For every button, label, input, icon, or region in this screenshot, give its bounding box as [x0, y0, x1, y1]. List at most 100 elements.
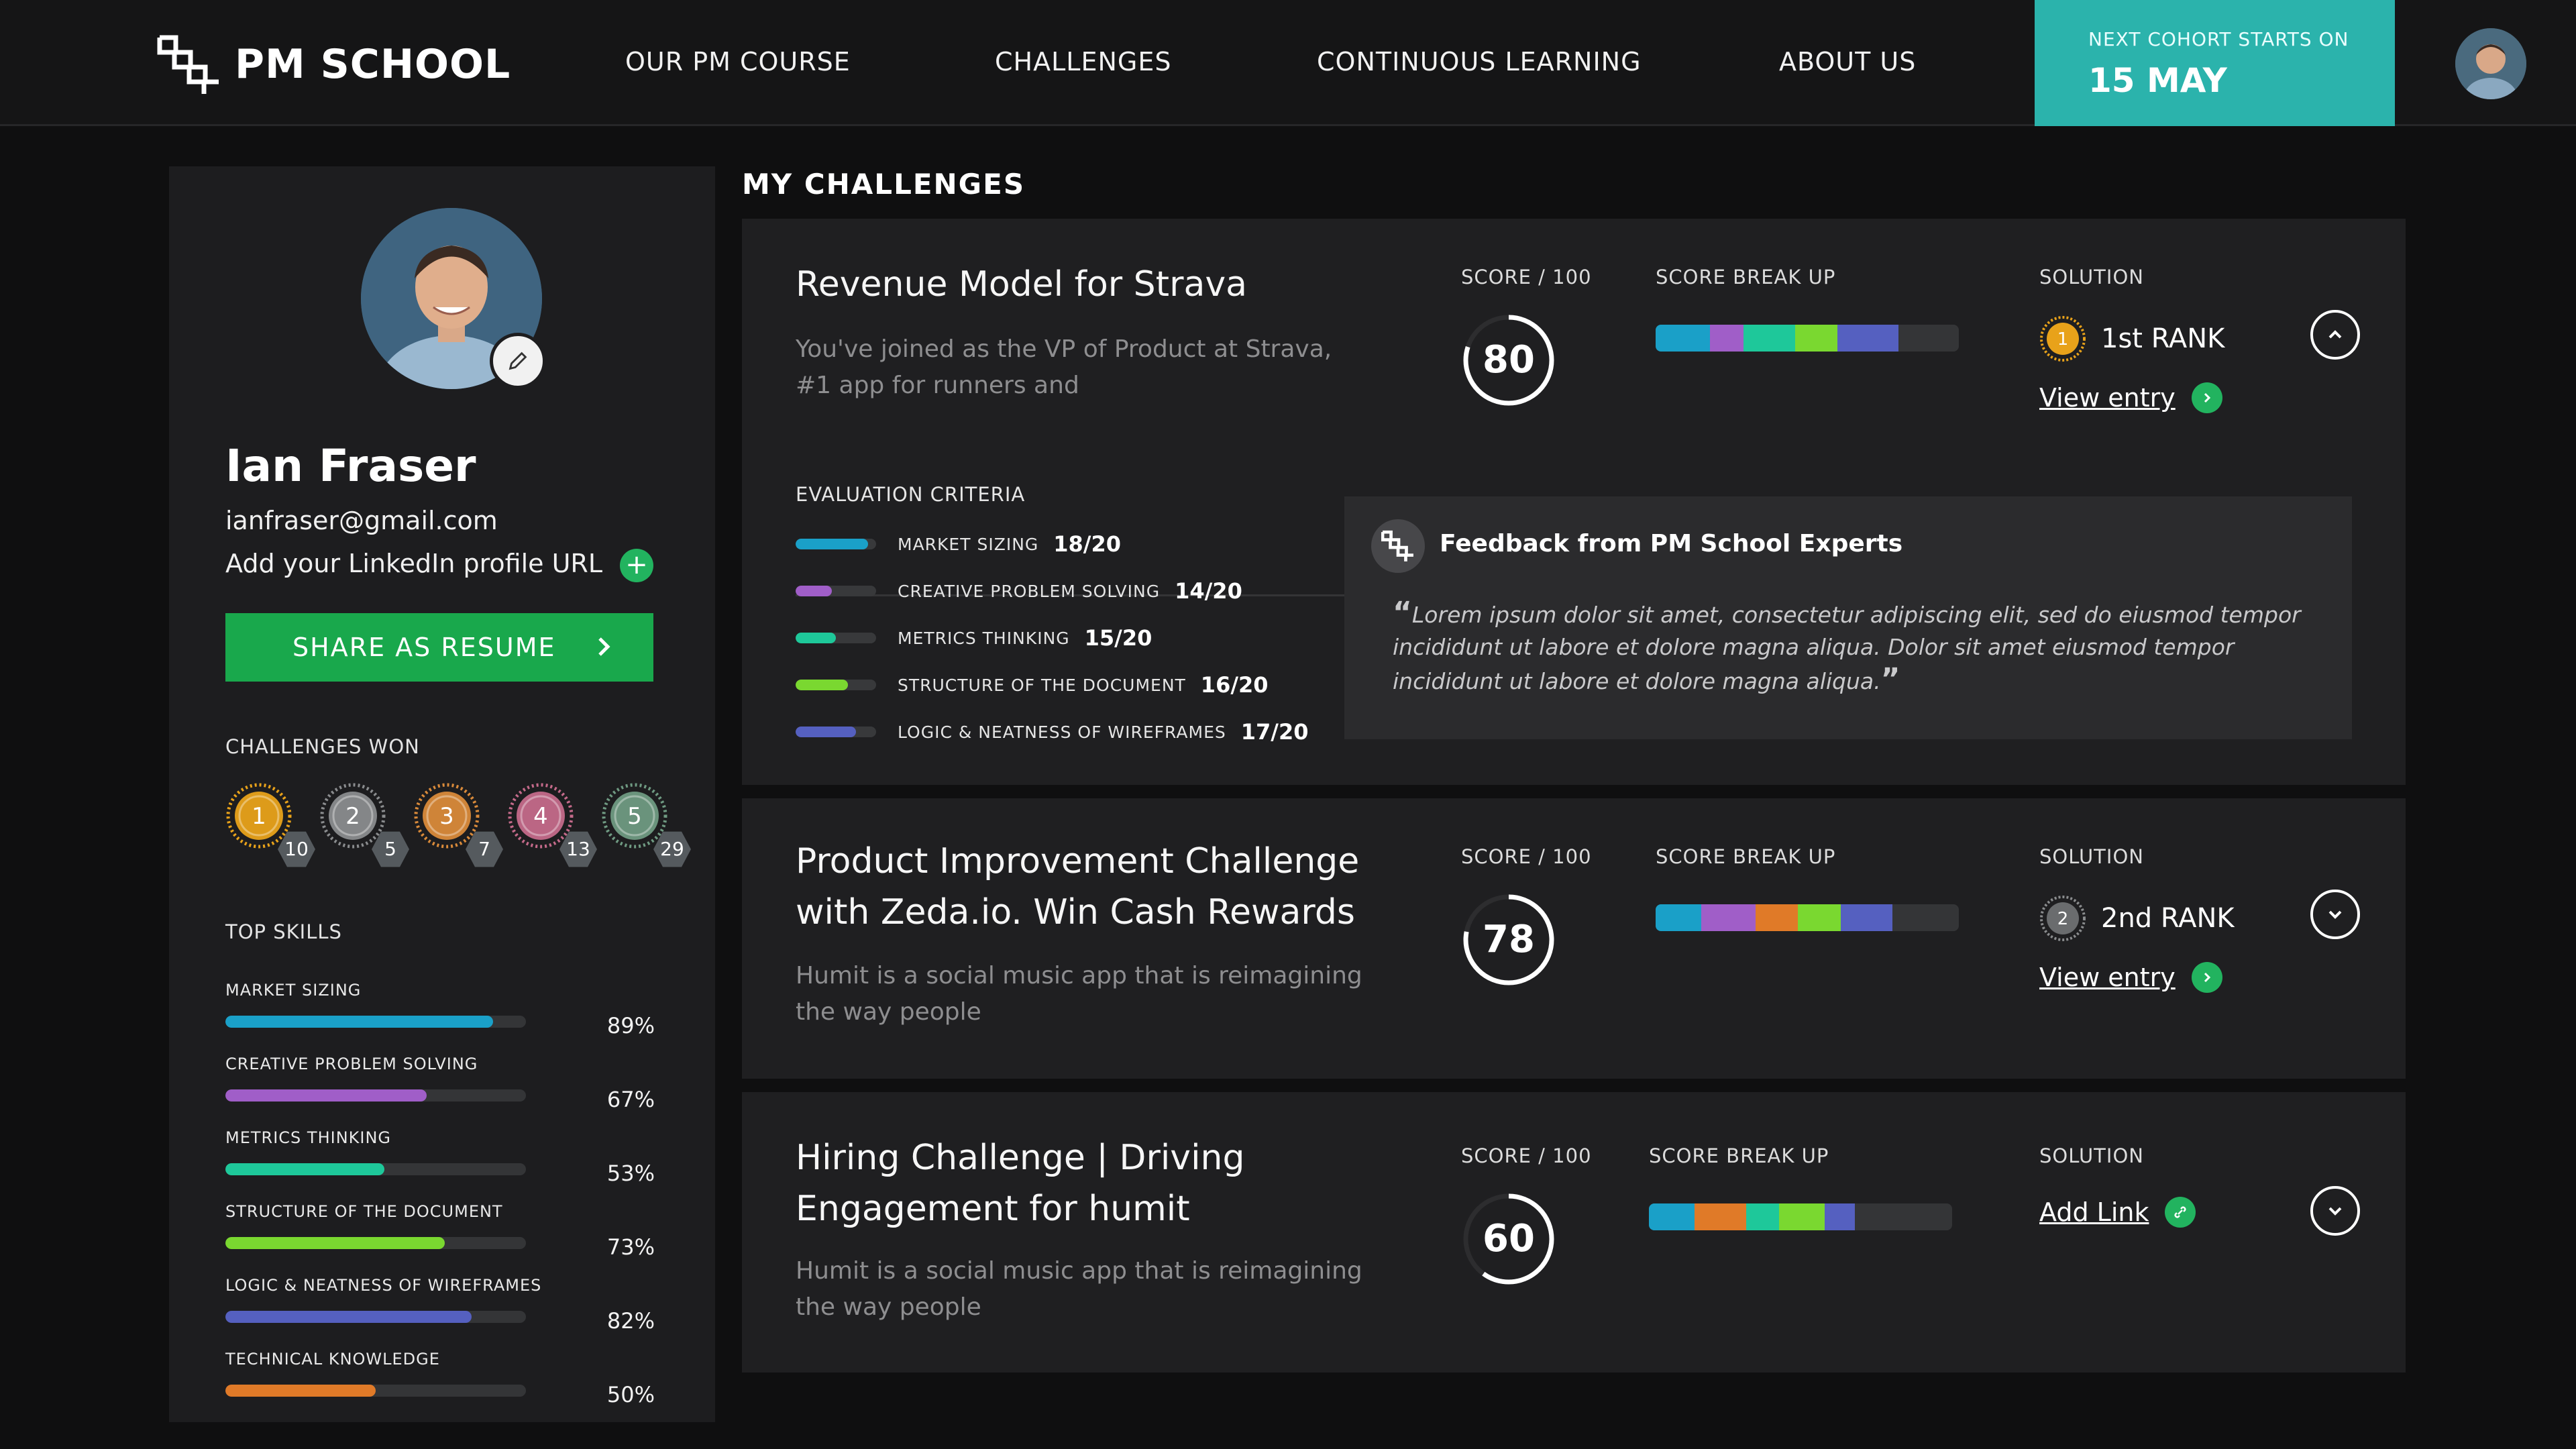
chevron-down-icon — [2328, 1207, 2342, 1216]
score-label: SCORE / 100 — [1461, 266, 1592, 288]
chevron-up-icon — [2328, 330, 2342, 339]
breakup-segment — [1837, 325, 1898, 352]
medal-2[interactable]: 25 — [319, 782, 409, 867]
medal-5[interactable]: 5 29 — [601, 782, 691, 867]
medal-rank: 1 — [252, 803, 266, 830]
skill-progress-fill — [225, 1089, 427, 1102]
solution-label: SOLUTION — [2039, 266, 2144, 288]
arrow-right-icon — [2191, 962, 2222, 993]
criteria-bar-fill — [796, 727, 856, 737]
add-link-button[interactable]: Add Link — [2039, 1197, 2196, 1228]
profile-sidebar: Ian Fraser ianfraser@gmail.com Add your … — [169, 166, 715, 1422]
challenge-title: Hiring Challenge | Driving Engagement fo… — [796, 1138, 1245, 1229]
skill-name: METRICS THINKING — [225, 1128, 392, 1147]
top-skills-label: TOP SKILLS — [225, 920, 342, 943]
add-linkedin-button[interactable]: + — [620, 549, 653, 582]
criteria-row: LOGIC & NEATNESS OF WIREFRAMES 17/20 — [796, 719, 1309, 745]
medal-1[interactable]: 1 10 — [225, 782, 315, 867]
breakup-segment — [1825, 1203, 1856, 1230]
skill-row: MARKET SIZING 89% — [225, 981, 655, 1038]
arrow-right-icon — [2191, 382, 2222, 413]
cohort-date: 15 MAY — [2088, 61, 2227, 100]
share-as-resume-button[interactable]: SHARE AS RESUME — [225, 613, 653, 682]
criteria-bar-fill — [796, 539, 868, 549]
view-entry-label: View entry — [2039, 383, 2176, 413]
svg-text:2: 2 — [2057, 909, 2069, 929]
nav-challenges[interactable]: CHALLENGES — [995, 47, 1171, 76]
criteria-score: 16/20 — [1200, 672, 1269, 698]
breakup-segment — [1743, 325, 1795, 352]
criteria-bar — [796, 586, 876, 596]
brand-logo[interactable]: PM SCHOOL — [157, 32, 511, 97]
feedback-body: Lorem ipsum dolor sit amet, consectetur … — [1393, 602, 2301, 694]
challenge-score: 80 — [1483, 338, 1535, 382]
view-entry-link[interactable]: View entry — [2039, 962, 2222, 993]
breakup-segment — [1798, 904, 1841, 931]
score-breakup-bar — [1656, 325, 1959, 352]
medal-3[interactable]: 37 — [413, 782, 503, 867]
expand-button[interactable] — [2310, 890, 2360, 939]
user-avatar-icon — [2455, 28, 2526, 99]
rank-badge: 1 1st RANK — [2039, 315, 2224, 362]
evaluation-criteria-label: EVALUATION CRITERIA — [796, 483, 1026, 506]
rank-text: 2nd RANK — [2101, 903, 2235, 934]
challenge-description: You've joined as the VP of Product at St… — [796, 335, 1332, 399]
collapse-button[interactable] — [2310, 310, 2360, 360]
add-link-label: Add Link — [2039, 1197, 2149, 1227]
criteria-row: MARKET SIZING 18/20 — [796, 531, 1121, 557]
medal-rank: 3 — [439, 803, 454, 830]
skill-row: TECHNICAL KNOWLEDGE 50% — [225, 1350, 655, 1407]
criteria-row: CREATIVE PROBLEM SOLVING 14/20 — [796, 578, 1242, 604]
breakup-segment — [1779, 1203, 1825, 1230]
nav-continuous-learning[interactable]: CONTINUOUS LEARNING — [1317, 47, 1642, 76]
challenge-score: 78 — [1483, 918, 1535, 961]
pm-school-logo-icon — [157, 35, 219, 94]
brand-name: PM SCHOOL — [235, 41, 511, 88]
challenge-description: Humit is a social music app that is reim… — [796, 962, 1362, 1026]
nav-our-pm-course[interactable]: OUR PM COURSE — [625, 47, 851, 76]
skill-percent: 50% — [606, 1382, 655, 1407]
skill-progress-bar — [225, 1016, 526, 1028]
criteria-bar-fill — [796, 586, 832, 596]
challenge-title: Revenue Model for Strava — [796, 264, 1247, 305]
criteria-bar — [796, 727, 876, 737]
challenge-description: Humit is a social music app that is reim… — [796, 1257, 1362, 1321]
skill-progress-fill — [225, 1385, 376, 1397]
expert-feedback-panel: Feedback from PM School Experts “Lorem i… — [1344, 496, 2352, 739]
view-entry-link[interactable]: View entry — [2039, 382, 2222, 413]
skill-progress-bar — [225, 1163, 526, 1175]
score-breakup-label: SCORE BREAK UP — [1656, 845, 1836, 868]
next-cohort-banner[interactable]: NEXT COHORT STARTS ON 15 MAY — [2035, 0, 2395, 126]
skill-percent: 53% — [606, 1161, 655, 1186]
chevron-down-icon — [2328, 910, 2342, 919]
medal-4[interactable]: 4 13 — [507, 782, 597, 867]
criteria-score: 18/20 — [1053, 531, 1122, 557]
skill-name: CREATIVE PROBLEM SOLVING — [225, 1055, 478, 1073]
expand-button[interactable] — [2310, 1186, 2360, 1236]
criteria-bar — [796, 633, 876, 643]
edit-photo-button[interactable] — [490, 333, 546, 389]
skill-name: STRUCTURE OF THE DOCUMENT — [225, 1202, 503, 1221]
breakup-segment — [1701, 904, 1756, 931]
medal-rank: 2 — [345, 803, 360, 830]
score-breakup-label: SCORE BREAK UP — [1649, 1144, 1829, 1167]
chevron-right-icon — [598, 637, 610, 656]
breakup-segment — [1840, 904, 1892, 931]
criteria-name: METRICS THINKING — [898, 628, 1070, 648]
skill-progress-bar — [225, 1237, 526, 1249]
skill-percent: 89% — [606, 1013, 655, 1038]
skill-progress-bar — [225, 1089, 526, 1102]
breakup-segment — [1656, 325, 1711, 352]
skill-progress-fill — [225, 1016, 493, 1028]
skill-row: METRICS THINKING 53% — [225, 1128, 655, 1186]
nav-about-us[interactable]: ABOUT US — [1779, 47, 1916, 76]
silver-medal-icon: 2 — [2040, 896, 2086, 941]
criteria-bar-fill — [796, 680, 848, 690]
skill-progress-fill — [225, 1237, 445, 1249]
criteria-name: CREATIVE PROBLEM SOLVING — [898, 581, 1161, 601]
share-as-resume-label: SHARE AS RESUME — [292, 633, 556, 662]
header-avatar[interactable] — [2455, 28, 2526, 99]
skill-percent: 73% — [606, 1234, 655, 1260]
score-label: SCORE / 100 — [1461, 1144, 1592, 1167]
skill-progress-fill — [225, 1163, 385, 1175]
